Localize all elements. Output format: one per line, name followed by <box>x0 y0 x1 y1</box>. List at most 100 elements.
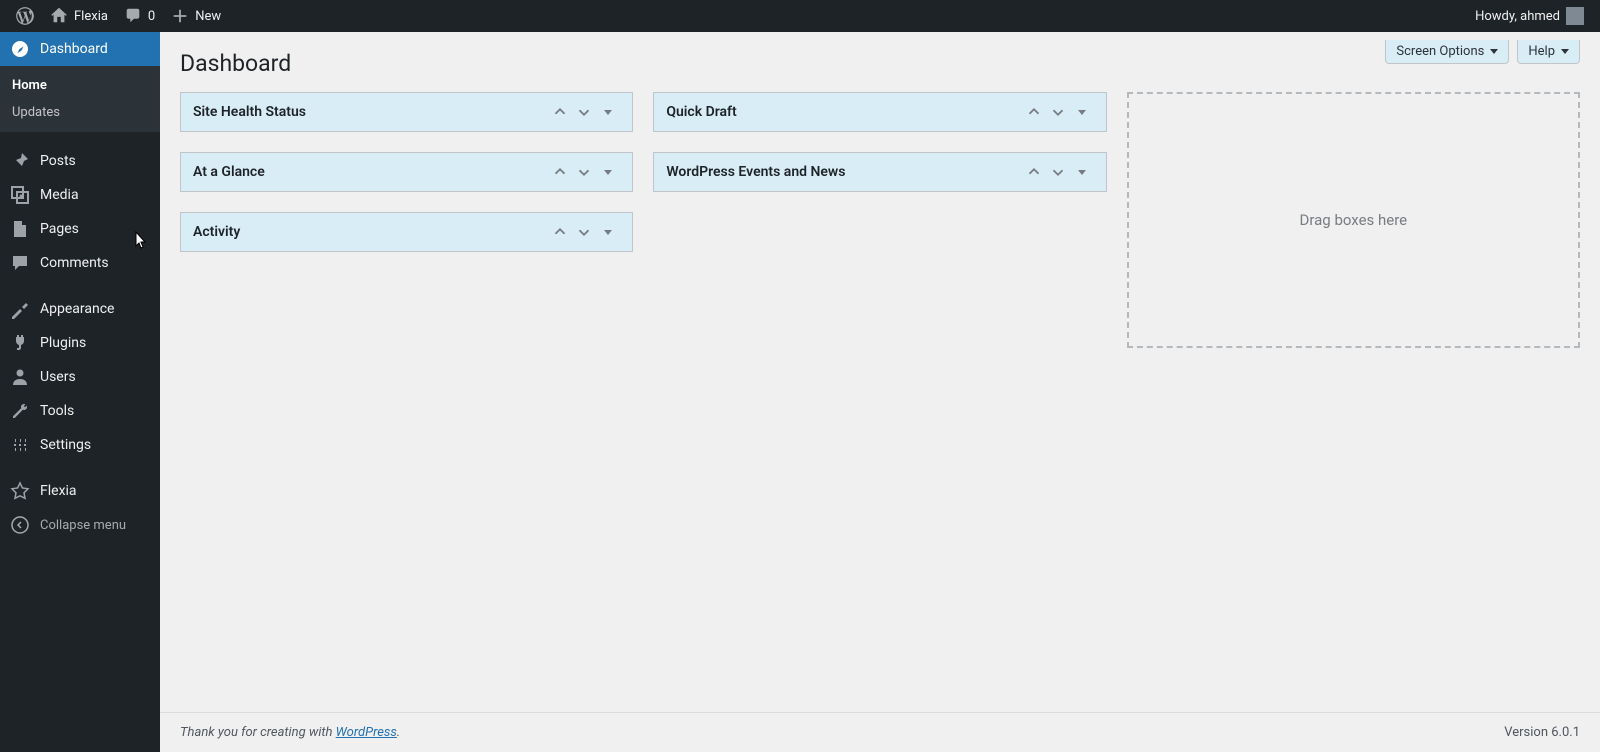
move-up-button[interactable] <box>1022 160 1046 184</box>
flexia-icon <box>10 481 30 501</box>
sidebar-item-label: Dashboard <box>40 41 108 57</box>
collapse-icon <box>10 515 30 535</box>
sidebar-item-label: Appearance <box>40 301 114 317</box>
collapse-label: Collapse menu <box>40 518 126 533</box>
sidebar-item-dashboard[interactable]: Dashboard <box>0 32 160 66</box>
sidebar-submenu: Home Updates <box>0 66 160 132</box>
sidebar-item-label: Tools <box>40 403 74 419</box>
comment-icon <box>124 7 142 25</box>
widget-wp-events-news[interactable]: WordPress Events and News <box>653 152 1106 192</box>
widget-title: Activity <box>193 224 548 240</box>
plus-icon <box>171 7 189 25</box>
widget-title: At a Glance <box>193 164 548 180</box>
sidebar-item-comments[interactable]: Comments <box>0 246 160 280</box>
footer-version: Version 6.0.1 <box>1504 725 1580 740</box>
footer-thanks: Thank you for creating with WordPress. <box>180 725 400 740</box>
appearance-icon <box>10 299 30 319</box>
toggle-panel-button[interactable] <box>1070 100 1094 124</box>
move-down-button[interactable] <box>572 220 596 244</box>
dropzone[interactable]: Drag boxes here <box>1127 92 1580 348</box>
sidebar-item-users[interactable]: Users <box>0 360 160 394</box>
widget-column-3-dropzone[interactable]: Drag boxes here <box>1127 92 1580 348</box>
greeting: Howdy, ahmed <box>1475 9 1560 24</box>
sidebar-item-posts[interactable]: Posts <box>0 144 160 178</box>
sidebar-item-label: Plugins <box>40 335 86 351</box>
widget-at-a-glance[interactable]: At a Glance <box>180 152 633 192</box>
caret-down-icon <box>1078 170 1086 175</box>
widget-activity[interactable]: Activity <box>180 212 633 252</box>
wp-logo-menu[interactable] <box>8 0 42 32</box>
sidebar-item-settings[interactable]: Settings <box>0 428 160 462</box>
caret-down-icon <box>604 230 612 235</box>
widget-title: Site Health Status <box>193 104 548 120</box>
sidebar-item-label: Posts <box>40 153 76 169</box>
move-up-button[interactable] <box>548 160 572 184</box>
admin-sidebar: Dashboard Home Updates Posts Media Pages… <box>0 32 160 752</box>
sidebar-subitem-home[interactable]: Home <box>0 72 160 99</box>
avatar <box>1566 7 1584 25</box>
new-content-menu[interactable]: New <box>163 0 229 32</box>
sidebar-item-media[interactable]: Media <box>0 178 160 212</box>
users-icon <box>10 367 30 387</box>
dashboard-icon <box>10 39 30 59</box>
wordpress-link[interactable]: WordPress <box>336 725 397 740</box>
sidebar-item-label: Settings <box>40 437 91 453</box>
sidebar-item-plugins[interactable]: Plugins <box>0 326 160 360</box>
move-down-button[interactable] <box>1046 100 1070 124</box>
plugins-icon <box>10 333 30 353</box>
widget-column-2: Quick Draft WordPress Events and News <box>653 92 1106 192</box>
admin-bar: Flexia 0 New Howdy, ahmed <box>0 0 1600 32</box>
toggle-panel-button[interactable] <box>1070 160 1094 184</box>
widget-quick-draft[interactable]: Quick Draft <box>653 92 1106 132</box>
move-up-button[interactable] <box>548 220 572 244</box>
account-menu[interactable]: Howdy, ahmed <box>1461 0 1592 32</box>
collapse-menu-button[interactable]: Collapse menu <box>0 508 160 542</box>
toggle-panel-button[interactable] <box>596 220 620 244</box>
move-down-button[interactable] <box>572 160 596 184</box>
move-up-button[interactable] <box>548 100 572 124</box>
sidebar-item-tools[interactable]: Tools <box>0 394 160 428</box>
widget-title: Quick Draft <box>666 104 1021 120</box>
page-title: Dashboard <box>180 32 1580 92</box>
comments-icon <box>10 253 30 273</box>
page-icon <box>10 219 30 239</box>
sidebar-item-appearance[interactable]: Appearance <box>0 292 160 326</box>
wordpress-icon <box>16 7 34 25</box>
site-name: Flexia <box>74 9 108 24</box>
toggle-panel-button[interactable] <box>596 100 620 124</box>
dashboard-widgets: Site Health Status At a Glance <box>180 92 1580 348</box>
sidebar-item-pages[interactable]: Pages <box>0 212 160 246</box>
move-down-button[interactable] <box>1046 160 1070 184</box>
sidebar-item-label: Media <box>40 187 79 203</box>
screen-options-button[interactable]: Screen Options <box>1385 40 1509 64</box>
sidebar-item-label: Flexia <box>40 483 77 499</box>
caret-down-icon <box>604 170 612 175</box>
widget-column-1: Site Health Status At a Glance <box>180 92 633 252</box>
media-icon <box>10 185 30 205</box>
chevron-down-icon <box>1490 49 1498 54</box>
sidebar-subitem-updates[interactable]: Updates <box>0 99 160 126</box>
move-down-button[interactable] <box>572 100 596 124</box>
help-button[interactable]: Help <box>1517 40 1580 64</box>
caret-down-icon <box>604 110 612 115</box>
sidebar-item-label: Users <box>40 369 76 385</box>
pin-icon <box>10 151 30 171</box>
caret-down-icon <box>1078 110 1086 115</box>
widget-site-health[interactable]: Site Health Status <box>180 92 633 132</box>
comment-count: 0 <box>148 9 155 24</box>
toggle-panel-button[interactable] <box>596 160 620 184</box>
new-label: New <box>195 9 221 24</box>
contextual-buttons: Screen Options Help <box>1385 40 1580 64</box>
footer: Thank you for creating with WordPress. V… <box>160 712 1600 752</box>
chevron-down-icon <box>1561 49 1569 54</box>
site-name-menu[interactable]: Flexia <box>42 0 116 32</box>
widget-title: WordPress Events and News <box>666 164 1021 180</box>
sidebar-item-label: Comments <box>40 255 109 271</box>
settings-icon <box>10 435 30 455</box>
main-content: Screen Options Help Dashboard Site Healt… <box>160 32 1600 752</box>
sidebar-item-flexia[interactable]: Flexia <box>0 474 160 508</box>
move-up-button[interactable] <box>1022 100 1046 124</box>
comments-menu[interactable]: 0 <box>116 0 163 32</box>
sidebar-item-label: Pages <box>40 221 79 237</box>
home-icon <box>50 7 68 25</box>
